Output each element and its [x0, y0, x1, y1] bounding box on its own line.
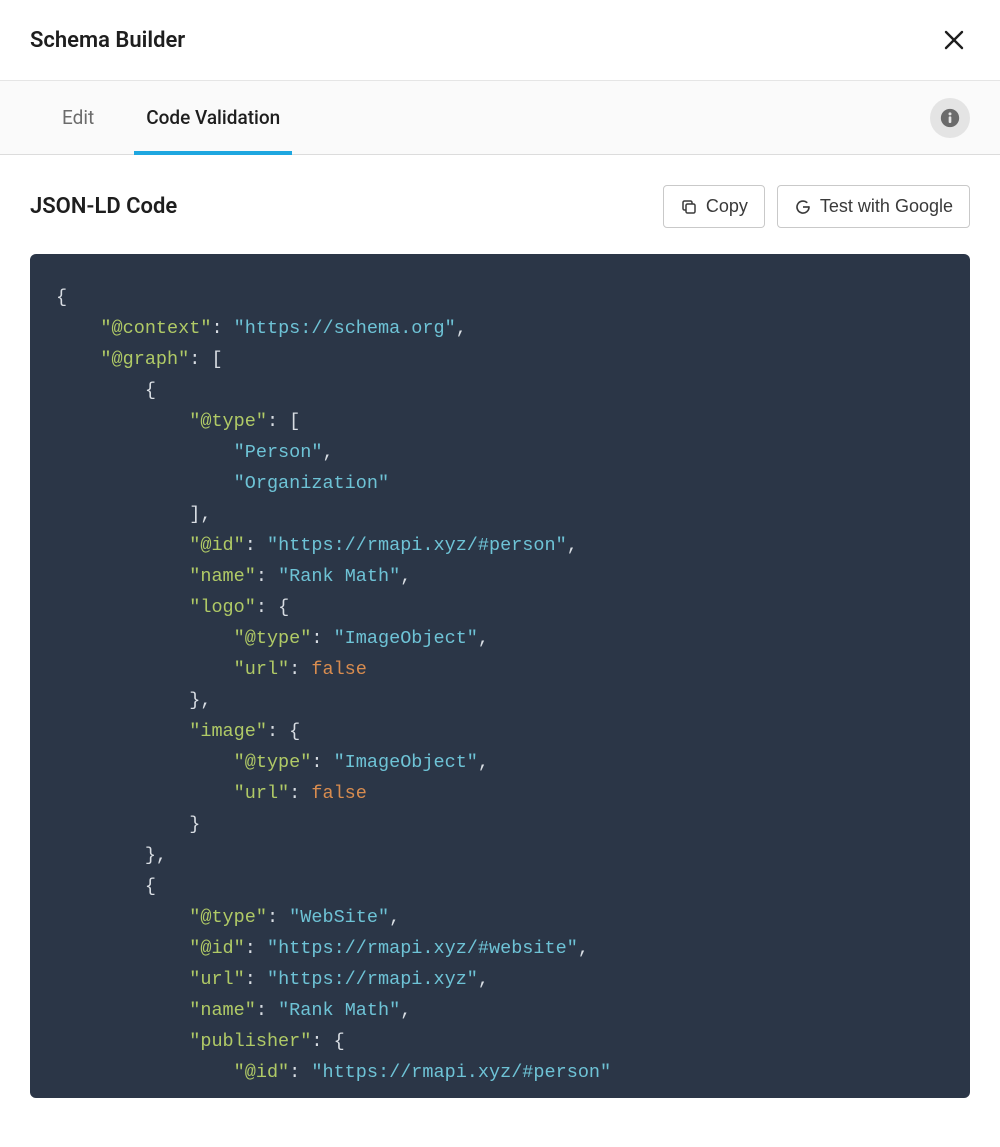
info-button[interactable]	[930, 98, 970, 138]
section-title: JSON-LD Code	[30, 194, 177, 219]
copy-label: Copy	[706, 196, 748, 217]
info-icon	[940, 108, 960, 128]
close-icon	[942, 28, 966, 52]
modal-header: Schema Builder	[0, 0, 1000, 81]
modal-title: Schema Builder	[30, 28, 185, 53]
tab-code-validation[interactable]: Code Validation	[134, 81, 292, 154]
json-ld-code[interactable]: { "@context": "https://schema.org", "@gr…	[30, 254, 970, 1098]
tab-edit[interactable]: Edit	[50, 81, 106, 154]
action-buttons: Copy Test with Google	[663, 185, 970, 228]
copy-button[interactable]: Copy	[663, 185, 765, 228]
tabs: Edit Code Validation	[0, 81, 1000, 155]
google-icon	[794, 198, 812, 216]
test-google-button[interactable]: Test with Google	[777, 185, 970, 228]
content-header: JSON-LD Code Copy Test with Google	[30, 185, 970, 228]
close-button[interactable]	[938, 24, 970, 56]
content: JSON-LD Code Copy Test with Google { "@c…	[0, 155, 1000, 1098]
test-google-label: Test with Google	[820, 196, 953, 217]
copy-icon	[680, 198, 698, 216]
